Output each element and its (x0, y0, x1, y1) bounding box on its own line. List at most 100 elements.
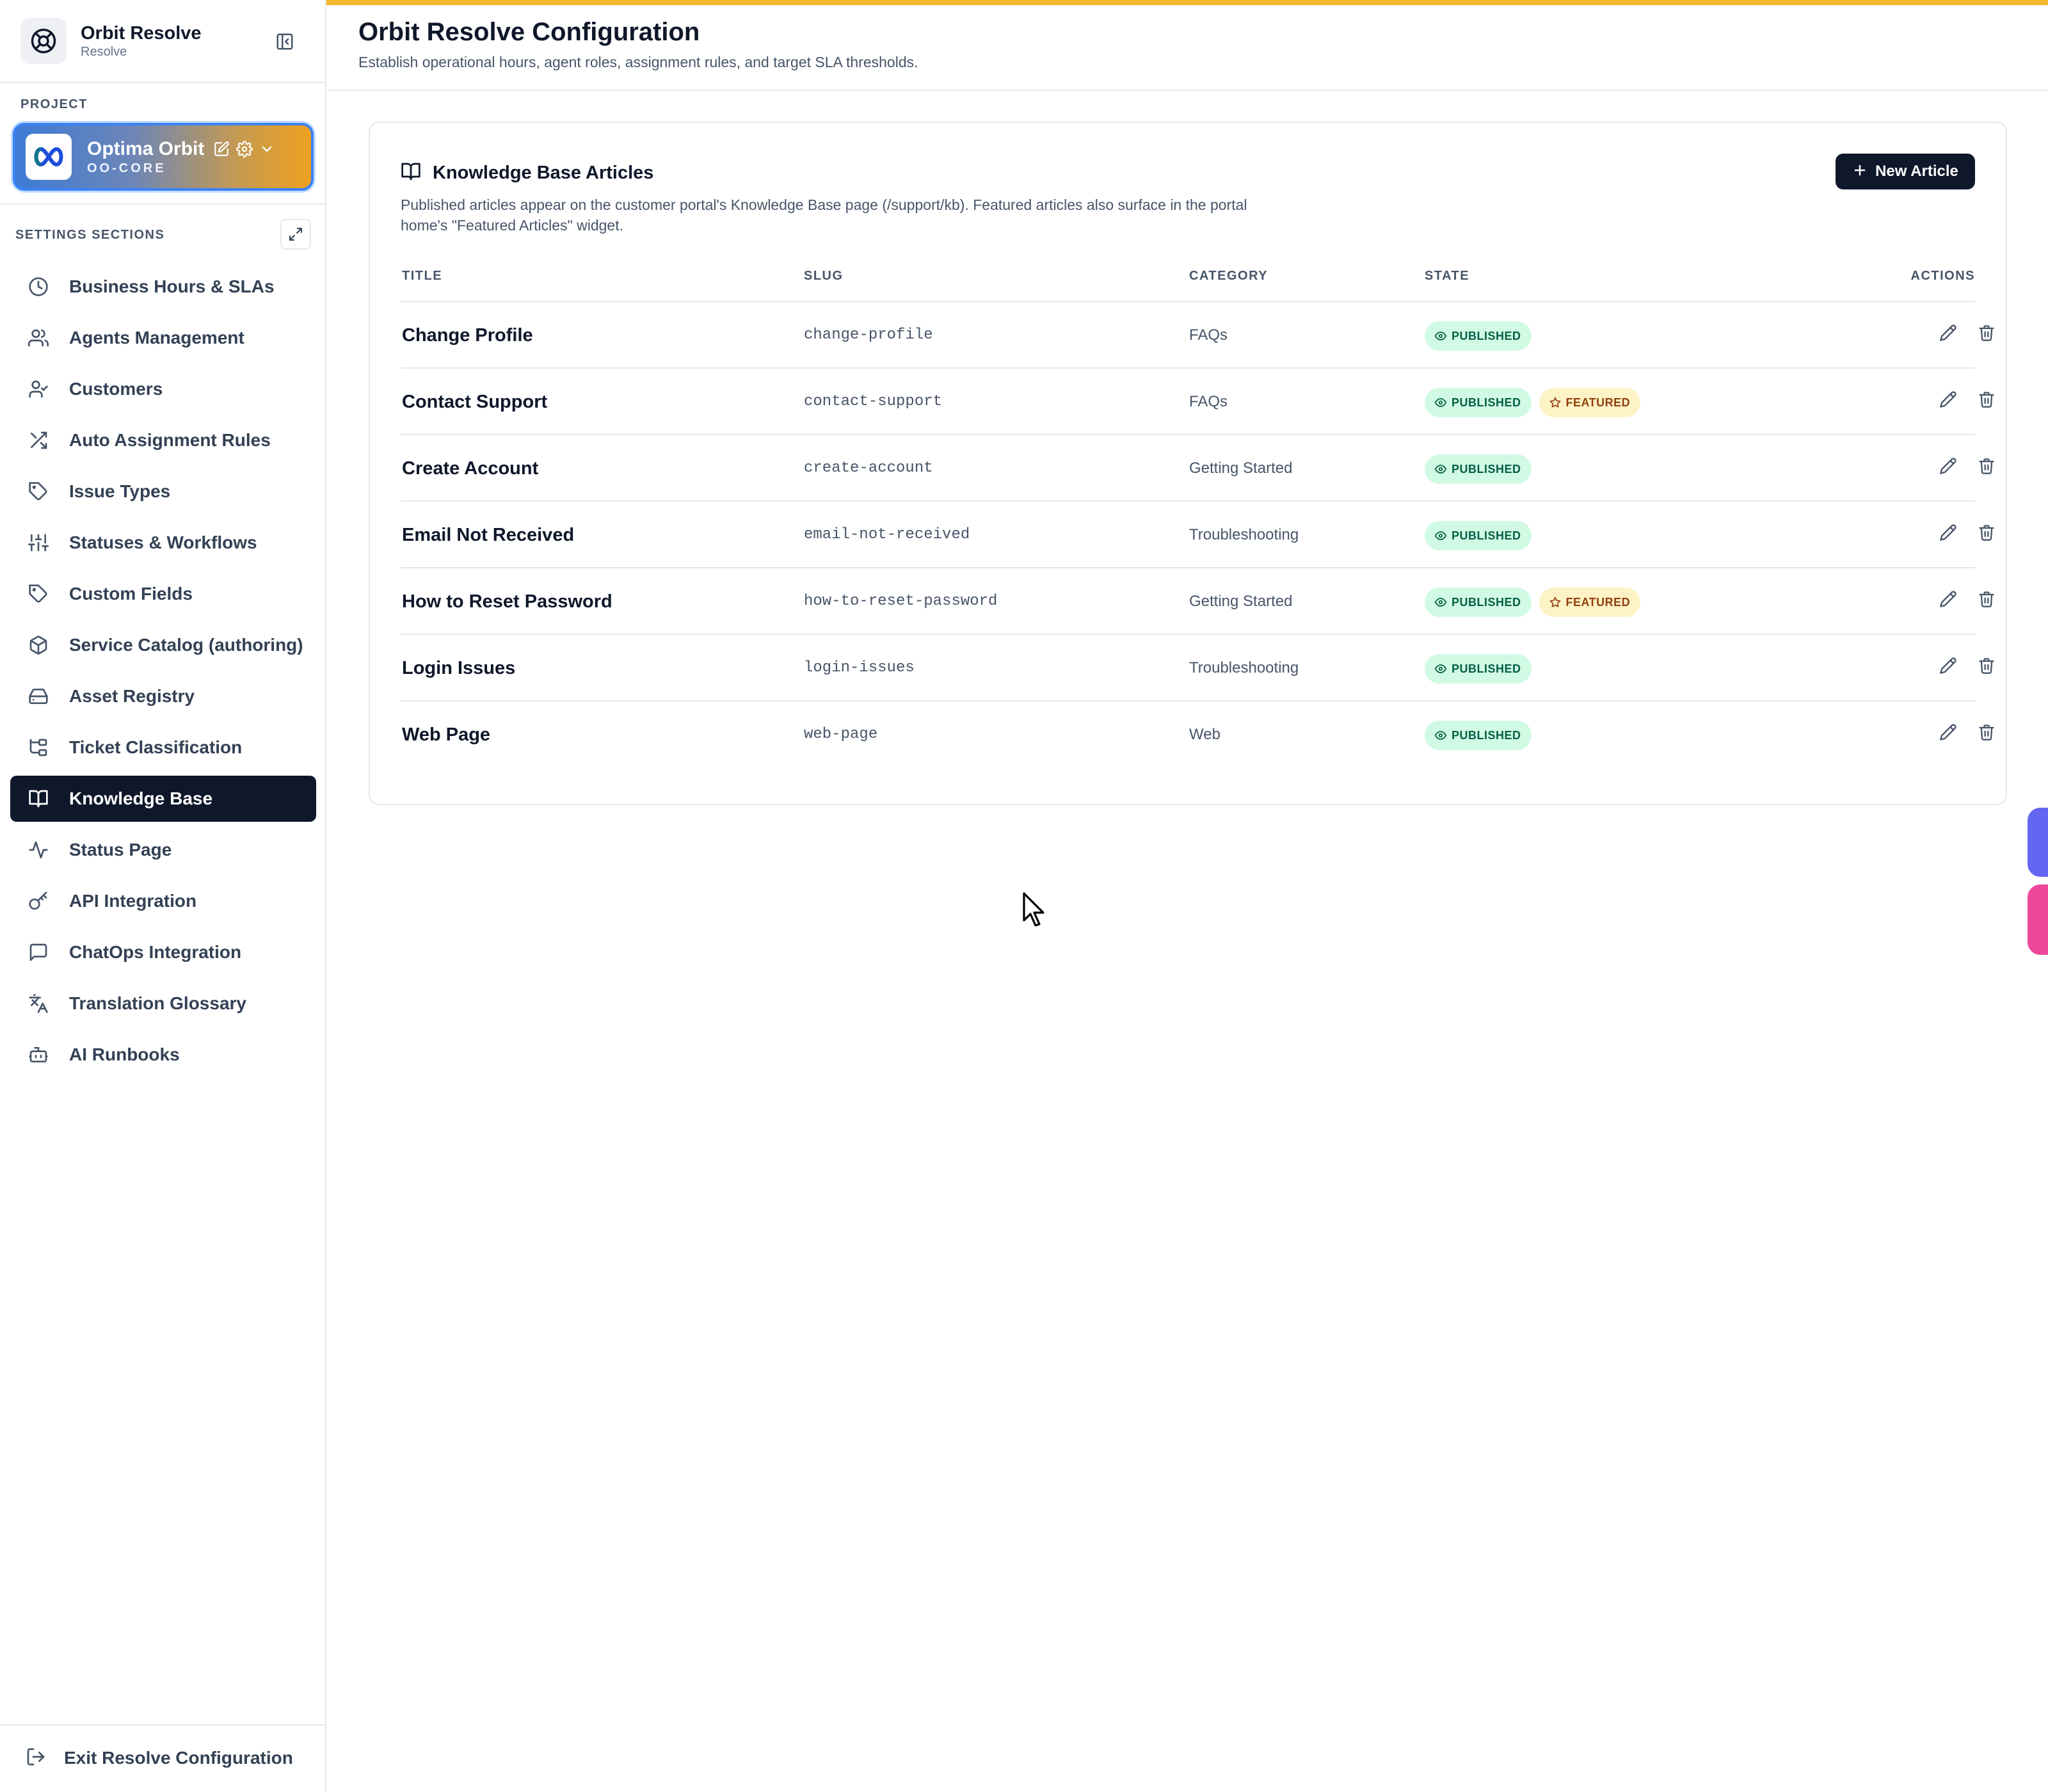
published-badge-label: PUBLISHED (1452, 529, 1521, 542)
article-state: PUBLISHED (1425, 454, 1539, 484)
pencil-icon (1939, 390, 1957, 408)
published-badge-label: PUBLISHED (1452, 462, 1521, 476)
article-title: Contact Support (402, 392, 548, 412)
edit-article-button[interactable] (1937, 321, 1960, 344)
sidebar-item-knowledge-base[interactable]: Knowledge Base (10, 776, 316, 822)
delete-article-button[interactable] (1975, 454, 1998, 477)
article-category: FAQs (1189, 393, 1228, 410)
page-subtitle: Establish operational hours, agent roles… (358, 54, 918, 70)
sidebar-item-ai-runbooks[interactable]: AI Runbooks (10, 1032, 316, 1078)
article-state: PUBLISHED (1425, 521, 1539, 550)
edit-article-button[interactable] (1937, 721, 1960, 744)
row-actions (1937, 588, 1998, 611)
sidebar-item-label: Statuses & Workflows (69, 532, 257, 552)
exit-configuration-button[interactable]: Exit Resolve Configuration (10, 1735, 316, 1781)
page-header: Orbit Resolve Configuration Establish op… (328, 5, 2048, 91)
edit-article-button[interactable] (1937, 588, 1960, 611)
project-switcher[interactable]: Optima Orbit OO-CORE (13, 123, 314, 191)
article-slug: email-not-received (804, 526, 970, 543)
chevron-down-icon[interactable] (259, 141, 275, 157)
delete-article-button[interactable] (1975, 721, 1998, 744)
edit-project-icon[interactable] (213, 141, 230, 157)
edit-article-button[interactable] (1937, 654, 1960, 677)
card-description: Published articles appear on the custome… (401, 196, 1247, 234)
delete-article-button[interactable] (1975, 388, 1998, 411)
row-actions (1937, 521, 1998, 544)
project-code: OO-CORE (87, 161, 166, 175)
sidebar-item-api-integration[interactable]: API Integration (10, 878, 316, 924)
hard-drive-icon (26, 684, 51, 709)
sidebar-item-ticket-classification[interactable]: Ticket Classification (10, 724, 316, 771)
article-title: How to Reset Password (402, 591, 612, 612)
row-actions (1937, 454, 1998, 477)
trash-icon (1978, 657, 1996, 675)
sidebar-item-label: Business Hours & SLAs (69, 276, 275, 296)
published-badge-label: PUBLISHED (1452, 396, 1521, 409)
published-badge-label: PUBLISHED (1452, 662, 1521, 675)
article-title: Change Profile (402, 325, 533, 346)
message-square-icon (26, 940, 51, 965)
eye-icon (1435, 397, 1446, 408)
expand-sections-button[interactable] (280, 219, 311, 250)
floating-widget-button[interactable] (2028, 808, 2048, 877)
eye-icon (1435, 730, 1446, 741)
new-article-label: New Article (1875, 163, 1958, 180)
sidebar-item-status-page[interactable]: Status Page (10, 827, 316, 873)
sidebar-item-statuses[interactable]: Statuses & Workflows (10, 520, 316, 566)
delete-article-button[interactable] (1975, 521, 1998, 544)
knowledge-base-card: Knowledge Base Articles Published articl… (369, 122, 2007, 805)
table-row: Email Not Received email-not-received Trou… (401, 502, 1994, 568)
infinity-logo-icon (26, 134, 72, 180)
column-title: TITLE (402, 269, 443, 283)
pencil-icon (1939, 524, 1957, 541)
delete-article-button[interactable] (1975, 588, 1998, 611)
sidebar-item-label: Customers (69, 379, 163, 399)
edit-article-button[interactable] (1937, 454, 1960, 477)
article-slug: contact-support (804, 393, 943, 410)
gear-icon[interactable] (236, 140, 253, 157)
sidebar-item-label: Issue Types (69, 481, 171, 501)
settings-nav: Business Hours & SLAs Agents Management … (10, 264, 316, 1083)
row-actions (1937, 388, 1998, 411)
article-category: Getting Started (1189, 593, 1293, 610)
edit-article-button[interactable] (1937, 521, 1960, 544)
delete-article-button[interactable] (1975, 321, 1998, 344)
collapse-sidebar-button[interactable] (273, 29, 297, 54)
edit-article-button[interactable] (1937, 388, 1960, 411)
languages-icon (26, 991, 51, 1016)
trash-icon (1978, 457, 1996, 475)
row-actions (1937, 654, 1998, 677)
sidebar-item-chatops[interactable]: ChatOps Integration (10, 929, 316, 975)
users-icon (26, 325, 51, 351)
mouse-cursor-icon (1023, 892, 1044, 927)
table-body: Change Profile change-profile FAQs PUBLISHE… (401, 302, 1994, 768)
published-badge: PUBLISHED (1425, 388, 1532, 417)
sidebar-item-customers[interactable]: Customers (10, 366, 316, 412)
article-category: Troubleshooting (1189, 659, 1299, 676)
sidebar-item-custom-fields[interactable]: Custom Fields (10, 571, 316, 617)
sidebar-item-issue-types[interactable]: Issue Types (10, 468, 316, 515)
sidebar-item-business-hours[interactable]: Business Hours & SLAs (10, 264, 316, 310)
sidebar-item-label: Ticket Classification (69, 737, 243, 757)
star-icon (1549, 397, 1561, 408)
floating-widget-button[interactable] (2028, 884, 2048, 955)
featured-badge: FEATURED (1539, 588, 1641, 617)
log-out-icon (26, 1747, 46, 1770)
column-state: STATE (1425, 269, 1470, 283)
sidebar-item-agents[interactable]: Agents Management (10, 315, 316, 361)
sidebar-item-asset-registry[interactable]: Asset Registry (10, 673, 316, 719)
article-title: Login Issues (402, 658, 516, 678)
sidebar-item-auto-assignment[interactable]: Auto Assignment Rules (10, 417, 316, 463)
sidebar-item-label: Auto Assignment Rules (69, 430, 271, 450)
sidebar-item-translation-glossary[interactable]: Translation Glossary (10, 980, 316, 1027)
page-title: Orbit Resolve Configuration (358, 18, 700, 46)
new-article-button[interactable]: New Article (1836, 154, 1975, 189)
article-state: PUBLISHED FEATURED (1425, 388, 1648, 417)
shuffle-icon (26, 428, 51, 453)
column-category: CATEGORY (1189, 269, 1268, 283)
sidebar-item-service-catalog[interactable]: Service Catalog (authoring) (10, 622, 316, 668)
published-badge: PUBLISHED (1425, 654, 1532, 684)
sidebar-item-label: API Integration (69, 891, 197, 911)
delete-article-button[interactable] (1975, 654, 1998, 677)
panel-left-close-icon (276, 33, 293, 50)
